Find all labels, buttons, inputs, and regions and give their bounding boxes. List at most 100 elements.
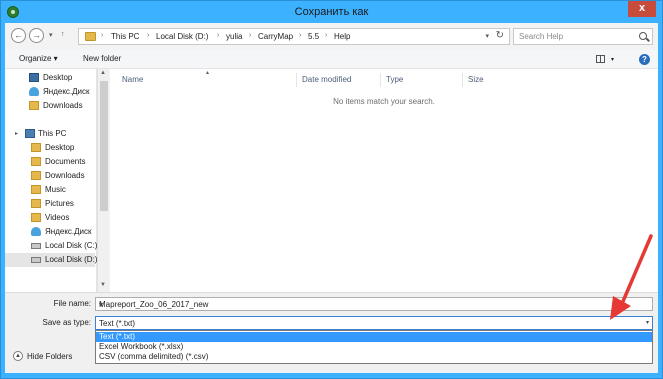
save-as-type-dropdown-list: Text (*.txt) Excel Workbook (*.xlsx) CSV…	[95, 330, 653, 364]
nav-item-label: Music	[45, 185, 66, 194]
nav-item-label: Videos	[45, 213, 70, 222]
scroll-thumb[interactable]	[100, 81, 108, 211]
folder-icon	[31, 199, 41, 208]
nav-item-videos[interactable]: Videos	[5, 211, 95, 225]
column-header-type[interactable]: Type	[386, 75, 403, 84]
expand-chevron-icon[interactable]: ▸	[15, 130, 18, 137]
option-text-txt[interactable]: Text (*.txt)	[96, 332, 652, 342]
column-separator[interactable]	[462, 73, 463, 87]
folder-icon	[31, 185, 41, 194]
nav-item-label: This PC	[38, 129, 67, 138]
column-separator[interactable]	[296, 73, 297, 87]
collapse-chevron-icon: ▲	[13, 351, 23, 361]
save-as-type-label: Save as type:	[42, 318, 91, 327]
nav-item-desktop[interactable]: Desktop	[5, 141, 95, 155]
organize-button[interactable]: Organize ▾	[19, 54, 58, 63]
folder-icon	[31, 143, 41, 152]
breadcrumb-help[interactable]: Help	[334, 32, 350, 41]
nav-item-label: Pictures	[45, 199, 74, 208]
address-dropdown-chevron-icon[interactable]: ▾	[485, 32, 489, 40]
change-view-icon[interactable]	[596, 55, 605, 63]
breadcrumb-separator-icon: ›	[147, 32, 150, 39]
nav-item-label: Local Disk (D:)	[45, 255, 98, 264]
nav-item-desktop-favorite[interactable]: Desktop	[5, 71, 95, 85]
nav-item-label: Яндекс.Диск	[43, 87, 90, 96]
nav-pane-scrollbar[interactable]: ▲ ▼	[97, 69, 109, 292]
scroll-up-icon[interactable]: ▲	[100, 70, 106, 76]
empty-folder-message: No items match your search.	[333, 97, 435, 106]
breadcrumb-separator-icon: ›	[249, 32, 252, 39]
nav-item-label: Яндекс.Диск	[45, 227, 92, 236]
column-header-date-modified[interactable]: Date modified	[302, 75, 351, 84]
search-placeholder: Search Help	[519, 32, 564, 41]
file-name-input[interactable]: Mapreport_Zoo_06_2017_new ▾	[95, 297, 653, 311]
file-name-label: File name:	[53, 299, 91, 308]
nav-item-local-disk-c[interactable]: Local Disk (C:)	[5, 239, 98, 253]
nav-item-label: Downloads	[43, 101, 83, 110]
nav-item-label: Documents	[45, 157, 86, 166]
window-title: Сохранить как	[294, 6, 369, 18]
up-arrow-icon[interactable]: ↑	[61, 31, 65, 38]
nav-item-documents[interactable]: Documents	[5, 155, 95, 169]
scroll-down-icon[interactable]: ▼	[100, 282, 106, 288]
nav-item-label: Desktop	[45, 143, 75, 152]
column-header-size[interactable]: Size	[468, 75, 484, 84]
nav-item-label: Desktop	[43, 73, 73, 82]
help-icon[interactable]: ?	[639, 54, 650, 65]
downloads-icon	[29, 101, 39, 110]
save-as-type-select[interactable]: Text (*.txt) ▾	[95, 316, 653, 330]
save-as-type-value: Text (*.txt)	[99, 319, 136, 328]
recent-locations-chevron-icon[interactable]: ▾	[49, 31, 53, 39]
breadcrumb-local-disk-d[interactable]: Local Disk (D:)	[156, 32, 208, 41]
dialog-client: ← → ▾ ↑ › This PC › Local Disk (D:) › yu…	[5, 23, 658, 373]
nav-item-label: Local Disk (C:)	[45, 241, 98, 250]
nav-item-local-disk-d[interactable]: Local Disk (D:)	[5, 253, 98, 267]
sort-ascending-icon: ▴	[206, 70, 210, 76]
title-bar: Сохранить как x	[1, 1, 662, 23]
breadcrumb-carrymap[interactable]: CarryMap	[258, 32, 293, 41]
breadcrumb-5-5[interactable]: 5.5	[308, 32, 319, 41]
navigation-pane: Desktop Яндекс.Диск Downloads ▸ This PC …	[5, 69, 97, 292]
address-bar[interactable]: › This PC › Local Disk (D:) › yulia › Ca…	[78, 28, 510, 45]
back-button[interactable]: ←	[11, 28, 26, 43]
forward-button[interactable]: →	[29, 28, 44, 43]
save-as-dialog: Сохранить как x ← → ▾ ↑ › This PC › Loca…	[0, 0, 663, 379]
nav-item-this-pc[interactable]: ▸ This PC	[5, 127, 95, 141]
folder-icon	[31, 171, 41, 180]
file-name-chevron-down-icon[interactable]: ▾	[99, 300, 649, 309]
command-toolbar: Organize ▾ New folder ▾ ?	[5, 50, 658, 69]
nav-item-label: Downloads	[45, 171, 85, 180]
disk-icon	[31, 257, 41, 263]
column-header-name[interactable]: Name	[122, 75, 143, 84]
search-icon[interactable]	[639, 32, 647, 40]
navigation-bar: ← → ▾ ↑ › This PC › Local Disk (D:) › yu…	[5, 23, 658, 50]
option-excel-xlsx[interactable]: Excel Workbook (*.xlsx)	[96, 342, 652, 352]
save-form: File name: Mapreport_Zoo_06_2017_new ▾ S…	[5, 292, 658, 373]
red-annotation-arrow-icon	[610, 234, 653, 320]
nav-item-yandex-disk[interactable]: Яндекс.Диск	[5, 225, 95, 239]
option-csv[interactable]: CSV (comma delimited) (*.csv)	[96, 352, 652, 362]
cloud-icon	[29, 87, 39, 96]
nav-item-music[interactable]: Music	[5, 183, 95, 197]
close-button[interactable]: x	[628, 1, 656, 17]
disk-icon	[31, 243, 41, 249]
nav-item-downloads[interactable]: Downloads	[5, 169, 95, 183]
view-options-chevron-icon[interactable]: ▾	[611, 56, 614, 63]
breadcrumb-this-pc[interactable]: This PC	[111, 32, 139, 41]
folder-icon	[31, 213, 41, 222]
nav-item-pictures[interactable]: Pictures	[5, 197, 95, 211]
computer-icon	[25, 129, 35, 138]
breadcrumb-separator-icon: ›	[325, 32, 328, 39]
breadcrumb-separator-icon: ›	[217, 32, 220, 39]
cloud-icon	[31, 227, 41, 236]
folder-icon	[85, 32, 96, 41]
new-folder-button[interactable]: New folder	[83, 54, 121, 63]
breadcrumb-yulia[interactable]: yulia	[226, 32, 242, 41]
refresh-icon[interactable]: ↻	[496, 30, 504, 41]
nav-item-yandex-disk-favorite[interactable]: Яндекс.Диск	[5, 85, 95, 99]
breadcrumb-separator-icon: ›	[299, 32, 302, 39]
desktop-icon	[29, 73, 39, 82]
nav-item-downloads-favorite[interactable]: Downloads	[5, 99, 95, 113]
column-separator[interactable]	[380, 73, 381, 87]
search-box[interactable]: Search Help	[513, 28, 653, 45]
